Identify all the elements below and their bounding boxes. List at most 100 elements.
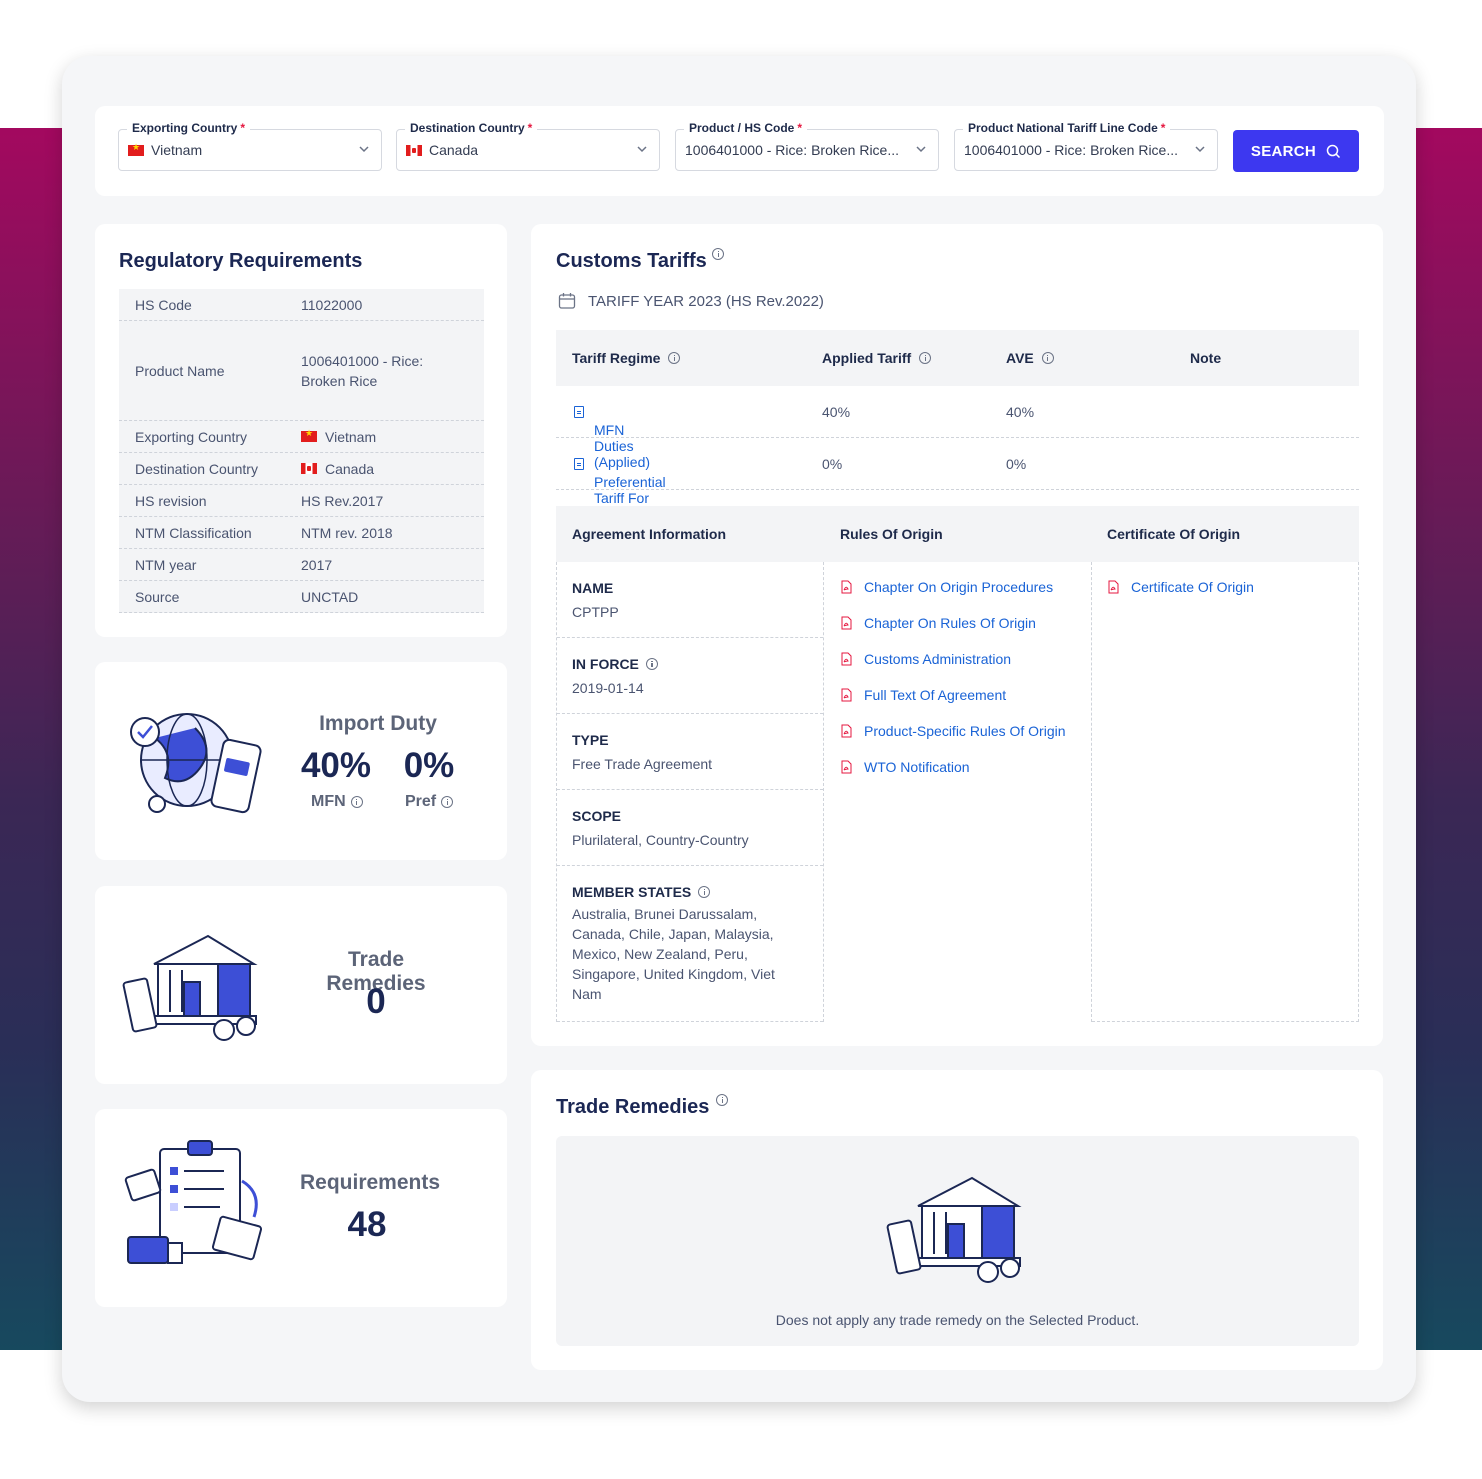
rules-of-origin-link[interactable]: WTO Notification	[841, 759, 970, 775]
document-icon	[574, 406, 584, 418]
exporting-country-value: Vietnam	[151, 142, 203, 158]
info-icon[interactable]	[645, 658, 658, 670]
applied-tariff-cell: 0%	[822, 456, 843, 472]
national-tariff-line-label: Product National Tariff Line Code *	[963, 121, 1171, 135]
calendar-icon	[558, 293, 576, 309]
row-value: UNCTAD	[301, 588, 359, 605]
certificate-of-origin-link[interactable]: Certificate Of Origin	[1108, 579, 1254, 595]
destination-country-label: Destination Country *	[405, 121, 538, 135]
bank-building-illustration-icon	[122, 934, 258, 1041]
table-row: Source UNCTAD	[119, 581, 484, 613]
applied-tariff-cell: 40%	[822, 404, 851, 420]
rules-of-origin-link[interactable]: Full Text Of Agreement	[841, 687, 1006, 703]
info-icon[interactable]	[668, 352, 681, 364]
info-icon[interactable]	[698, 886, 711, 898]
regulatory-table: HS Code 11022000 Product Name 1006401000…	[119, 289, 484, 613]
row-key: NTM year	[135, 556, 197, 573]
regulatory-requirements-title: Regulatory Requirements	[119, 250, 363, 272]
info-icon[interactable]	[1041, 352, 1054, 364]
header-tariff-regime: Tariff Regime	[572, 350, 681, 366]
search-button[interactable]: SEARCH	[1233, 130, 1359, 172]
table-row: Preferential Tariff For Canada 0% 0%	[556, 438, 1359, 522]
row-key: Destination Country	[135, 460, 258, 477]
pref-value: 0%	[403, 746, 455, 785]
bank-building-illustration-icon	[886, 1176, 1022, 1283]
exporting-country-label: Exporting Country *	[127, 121, 250, 135]
product-hs-code-select[interactable]: Product / HS Code * 1006401000 - Rice: Br…	[675, 121, 939, 171]
trade-remedies-message: Does not apply any trade remedy on the S…	[775, 1312, 1140, 1328]
info-icon[interactable]	[716, 1094, 728, 1106]
agreement-member-states: MEMBER STATES Australia, Brunei Darussal…	[557, 866, 823, 1022]
agreement-info-column: NAME CPTPP IN FORCE 2019-01-14 TYPE Free…	[556, 562, 824, 1022]
table-row: HS Code 11022000	[119, 289, 484, 321]
chevron-down-icon	[637, 146, 647, 153]
customs-tariffs-title: Customs Tariffs	[556, 250, 707, 272]
destination-country-select[interactable]: Destination Country * Canada	[396, 121, 660, 171]
row-key: Source	[135, 588, 180, 605]
tariff-year-text: TARIFF YEAR 2023 (HS Rev.2022)	[588, 292, 824, 310]
rules-of-origin-link[interactable]: Customs Administration	[841, 651, 1011, 667]
row-value: 1006401000 - Rice: Broken Rice	[301, 352, 424, 389]
tariff-year: TARIFF YEAR 2023 (HS Rev.2022)	[558, 292, 824, 310]
row-value: Canada	[325, 460, 375, 477]
document-icon	[574, 458, 584, 470]
agreement-name: NAME CPTPP	[557, 562, 823, 638]
row-value: Vietnam	[325, 428, 377, 445]
chevron-down-icon	[916, 146, 926, 153]
header-note: Note	[1190, 350, 1222, 366]
mfn-label: MFN	[311, 793, 363, 811]
certificate-of-origin-column: Certificate Of Origin	[1092, 562, 1359, 1022]
header-agreement-information: Agreement Information	[572, 526, 727, 542]
national-tariff-line-value: 1006401000 - Rice: Broken Rice...	[964, 142, 1179, 158]
agreement-table-body: NAME CPTPP IN FORCE 2019-01-14 TYPE Free…	[556, 562, 1359, 1022]
search-button-label: SEARCH	[1250, 142, 1317, 160]
table-row: HS revision HS Rev.2017	[119, 485, 484, 517]
rules-of-origin-link[interactable]: Chapter On Origin Procedures	[841, 579, 1053, 595]
ave-cell: 40%	[1006, 404, 1035, 420]
info-icon[interactable]	[712, 248, 724, 260]
row-key: HS revision	[135, 492, 207, 509]
trade-remedies-stat-value: 0	[366, 982, 386, 1021]
pdf-icon	[841, 580, 852, 594]
info-icon[interactable]	[441, 796, 454, 808]
table-row: NTM Classification NTM rev. 2018	[119, 517, 484, 549]
row-value: 2017	[301, 556, 333, 573]
header-certificate-of-origin: Certificate Of Origin	[1107, 526, 1241, 542]
tariff-table-header: Tariff Regime Applied Tariff AVE Note	[556, 330, 1359, 386]
agreement-in-force: IN FORCE 2019-01-14	[557, 638, 823, 714]
table-row: MFN Duties (Applied) 40% 40%	[556, 386, 1359, 470]
table-row: NTM year 2017	[119, 549, 484, 581]
ave-cell: 0%	[1006, 456, 1027, 472]
row-key: NTM Classification	[135, 524, 252, 541]
pdf-icon	[841, 724, 852, 738]
header-rules-of-origin: Rules Of Origin	[840, 526, 943, 542]
info-icon[interactable]	[350, 796, 363, 808]
pdf-icon	[841, 688, 852, 702]
rules-of-origin-link[interactable]: Product-Specific Rules Of Origin	[841, 723, 1066, 739]
import-duty-title: Import Duty	[319, 712, 437, 735]
pdf-icon	[841, 652, 852, 666]
table-row: Product Name 1006401000 - Rice: Broken R…	[119, 321, 484, 421]
row-value: NTM rev. 2018	[301, 524, 393, 541]
chevron-down-icon	[359, 146, 369, 153]
agreement-type: TYPE Free Trade Agreement	[557, 714, 823, 790]
info-icon[interactable]	[919, 352, 932, 364]
mfn-value: 40%	[300, 746, 372, 785]
preferential-tariff-link[interactable]: Preferential Tariff For Canada	[574, 456, 666, 522]
pdf-icon	[841, 616, 852, 630]
pref-label: Pref	[405, 793, 454, 811]
product-hs-code-label: Product / HS Code *	[684, 121, 808, 135]
checklist-truck-illustration-icon	[124, 1140, 263, 1264]
requirements-stat-value: 48	[347, 1205, 387, 1244]
exporting-country-select[interactable]: Exporting Country* Vietnam	[118, 121, 382, 171]
national-tariff-line-select[interactable]: Product National Tariff Line Code * 10064…	[954, 121, 1218, 171]
canada-flag-icon	[301, 463, 317, 474]
mfn-duties-link[interactable]: MFN Duties (Applied)	[574, 404, 650, 470]
rules-of-origin-link[interactable]: Chapter On Rules Of Origin	[841, 615, 1036, 631]
table-row: Exporting Country Vietnam	[119, 421, 484, 453]
row-key: HS Code	[135, 296, 192, 313]
product-hs-code-value: 1006401000 - Rice: Broken Rice...	[685, 142, 900, 158]
pdf-icon	[841, 760, 852, 774]
agreement-table-header: Agreement Information Rules Of Origin Ce…	[556, 506, 1359, 562]
vietnam-flag-icon	[301, 428, 317, 442]
